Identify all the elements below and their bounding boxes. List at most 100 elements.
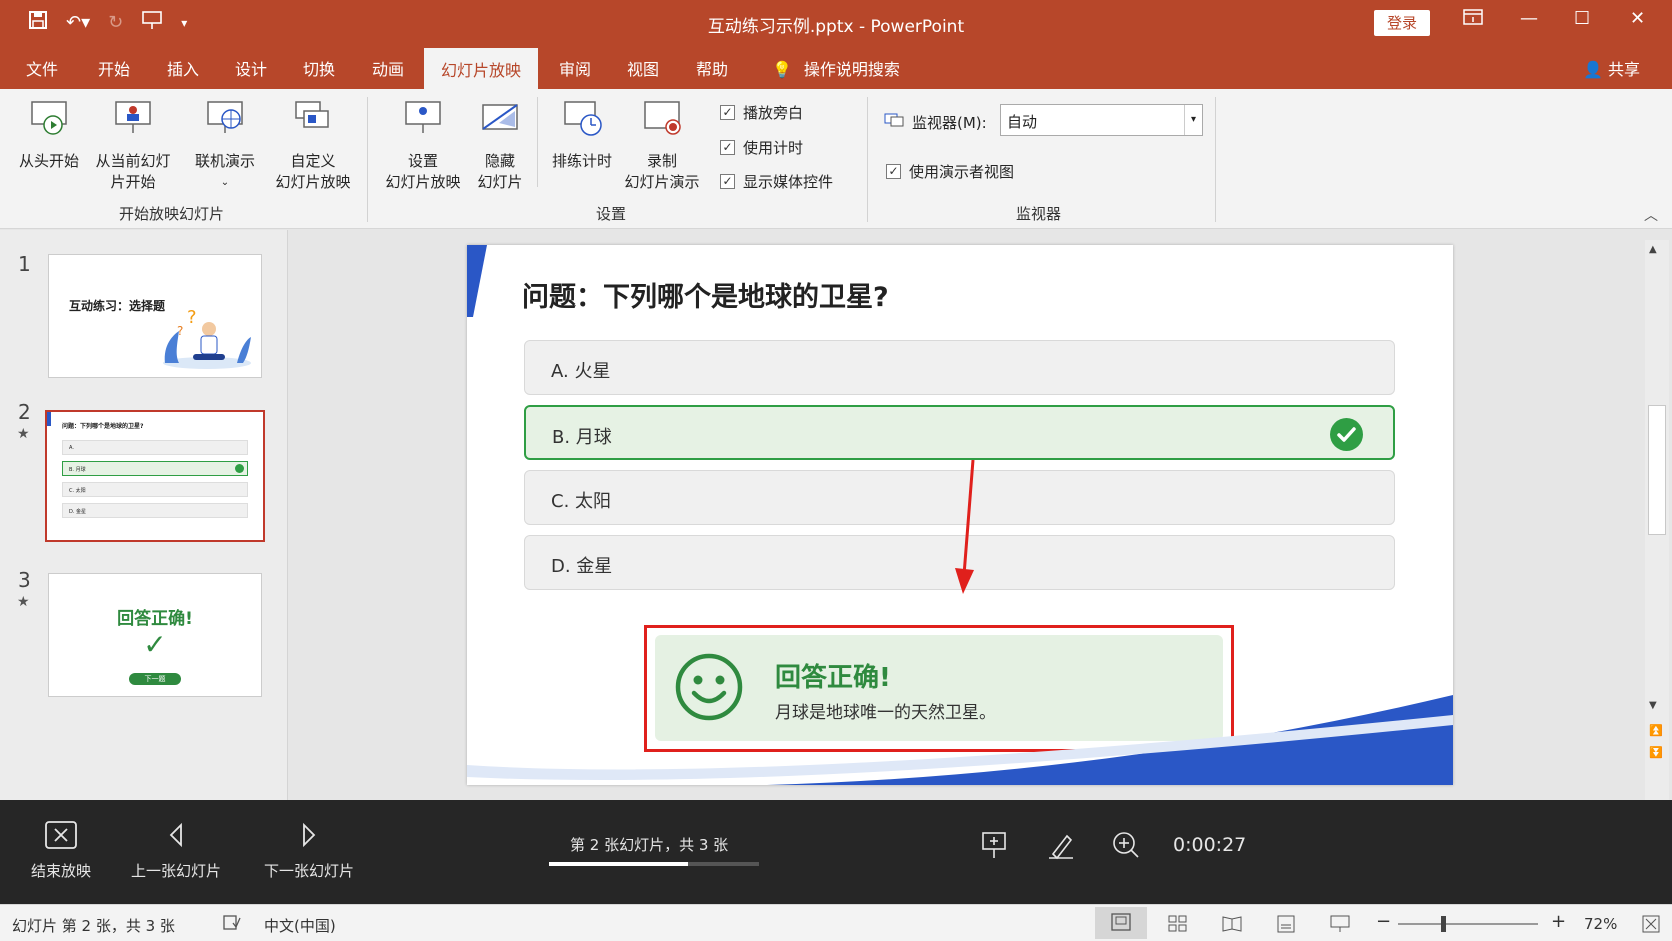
maximize-icon[interactable]: ☐	[1574, 8, 1590, 29]
animation-star-icon: ★	[17, 426, 30, 442]
slide-thumbnail-2[interactable]: 问题：下列哪个是地球的卫星? A. B. 月球 C. 太阳 D. 金星	[45, 410, 265, 542]
slide-sorter-icon[interactable]	[1168, 915, 1188, 937]
answer-option-a[interactable]: A. 火星	[524, 340, 1395, 395]
pen-icon[interactable]	[1047, 830, 1075, 864]
tab-review[interactable]: 审阅	[559, 56, 591, 80]
tab-slide-show[interactable]: 幻灯片放映	[424, 48, 539, 89]
correct-check-icon	[1330, 418, 1363, 451]
hide-label-1: 隐藏	[484, 152, 515, 170]
slide-accent-shape	[467, 245, 487, 317]
tab-view[interactable]: 视图	[627, 56, 659, 80]
tab-insert[interactable]: 插入	[167, 56, 199, 80]
monitor-label: 监视器(M):	[912, 113, 987, 132]
tab-home[interactable]: 开始	[98, 56, 130, 80]
fit-to-window-icon[interactable]	[1642, 915, 1660, 937]
login-button[interactable]: 登录	[1374, 10, 1430, 36]
current-slide[interactable]: 问题：下列哪个是地球的卫星? A. 火星 B. 月球 C. 太阳 D. 金星 回…	[467, 245, 1453, 785]
monitor-group-label: 监视器	[1016, 205, 1062, 223]
collapse-ribbon-icon[interactable]: ︿	[1644, 205, 1658, 225]
close-icon[interactable]: ✕	[1630, 8, 1645, 29]
answer-option-b[interactable]: B. 月球	[524, 405, 1395, 460]
ribbon-display-options-icon[interactable]	[1463, 8, 1483, 31]
slide-bottom-wave	[467, 695, 1453, 785]
tab-design[interactable]: 设计	[235, 56, 267, 80]
monitor-select[interactable]: 自动 ▾	[1000, 104, 1203, 136]
slide-thumbnail-3[interactable]: 回答正确! ✓ 下一题	[48, 573, 262, 697]
check-icon: ✓	[720, 140, 735, 155]
play-narrations-checkbox[interactable]: ✓ 播放旁白	[720, 102, 803, 123]
svg-text:?: ?	[187, 307, 197, 328]
start-group-label: 开始放映幻灯片	[119, 205, 225, 223]
minimize-icon[interactable]: —	[1520, 8, 1538, 29]
normal-view-button[interactable]	[1095, 907, 1147, 939]
check-icon: ✓	[720, 174, 735, 189]
share-button[interactable]: 👤 共享	[1583, 56, 1640, 80]
reading-view-icon[interactable]	[1222, 915, 1242, 937]
slide-progress-bar	[549, 862, 759, 866]
tab-animations[interactable]: 动画	[372, 56, 404, 80]
notes-view-icon[interactable]	[1276, 915, 1296, 937]
lightbulb-icon: 💡	[772, 60, 792, 79]
setup-slide-show-button[interactable]: 设置 幻灯片放映	[380, 99, 466, 193]
close-icon	[28, 820, 94, 854]
online-present-button[interactable]: 联机演示 ⌄	[188, 99, 262, 193]
scroll-up-icon[interactable]: ▲	[1649, 244, 1657, 255]
group-divider	[1215, 97, 1216, 222]
presentation-tools-icon[interactable]	[981, 830, 1007, 864]
share-label: 共享	[1607, 60, 1640, 79]
play-narrations-label: 播放旁白	[743, 104, 804, 122]
thumb-option: A.	[62, 440, 248, 455]
next-slide-icon[interactable]: ⏬	[1649, 746, 1663, 759]
chevron-down-icon: ▾	[1184, 105, 1202, 135]
previous-slide-label: 上一张幻灯片	[130, 862, 221, 880]
status-language[interactable]: 中文(中国)	[264, 915, 336, 936]
tab-file[interactable]: 文件	[26, 56, 58, 80]
slide-show-view-icon[interactable]	[1330, 915, 1350, 937]
previous-slide-icon[interactable]: ⏫	[1649, 724, 1663, 737]
custom-slide-show-button[interactable]: 自定义 幻灯片放映	[266, 99, 360, 193]
zoom-level[interactable]: 72%	[1584, 915, 1617, 933]
record-slide-show-button[interactable]: 录制 幻灯片演示	[614, 99, 710, 193]
status-bar: 幻灯片 第 2 张，共 3 张 中文(中国) − + 72%	[0, 904, 1672, 941]
zoom-slider-thumb[interactable]	[1441, 916, 1446, 932]
online-present-icon	[204, 99, 246, 143]
thumb-title: 回答正确!	[117, 609, 193, 629]
check-icon: ✓	[720, 105, 735, 120]
slide-progress-fill	[549, 862, 688, 866]
tell-me-label: 操作说明搜索	[803, 60, 900, 79]
scroll-thumb[interactable]	[1648, 405, 1666, 535]
custom-slide-show-label-2: 幻灯片放映	[275, 173, 351, 191]
presenter-view-checkbox[interactable]: ✓ 使用演示者视图	[886, 161, 1014, 182]
end-show-button[interactable]: 结束放映	[28, 820, 94, 881]
thumb-option: C. 太阳	[62, 482, 248, 497]
use-timings-checkbox[interactable]: ✓ 使用计时	[720, 137, 803, 158]
from-current-button[interactable]: 从当前幻灯 片开始	[90, 99, 176, 193]
tab-transitions[interactable]: 切换	[303, 56, 335, 80]
tab-help[interactable]: 帮助	[696, 56, 728, 80]
slide-thumbnail-1[interactable]: 互动练习：选择题 ? ?	[48, 254, 262, 378]
rehearse-timings-button[interactable]: 排练计时	[546, 99, 618, 172]
group-divider	[537, 97, 538, 187]
vertical-scrollbar[interactable]: ▲ ▼ ⏫ ⏬	[1645, 240, 1669, 800]
from-current-icon	[112, 99, 154, 143]
presenter-toolbar: 结束放映 上一张幻灯片 下一张幻灯片 第 2 张幻灯片，共 3 张 0:00:2…	[0, 800, 1672, 904]
scroll-down-icon[interactable]: ▼	[1649, 700, 1657, 711]
thumb-number: 2	[18, 400, 31, 424]
zoom-slider[interactable]	[1398, 923, 1538, 925]
next-slide-label: 下一张幻灯片	[263, 862, 354, 880]
spell-check-icon[interactable]	[223, 915, 241, 935]
rehearse-timings-icon	[561, 99, 603, 143]
zoom-in-small-icon[interactable]: +	[1551, 911, 1566, 932]
rehearse-timings-label: 排练计时	[551, 152, 612, 170]
feedback-title: 回答正确!	[775, 663, 891, 693]
next-slide-button[interactable]: 下一张幻灯片	[259, 820, 359, 881]
zoom-out-icon[interactable]: −	[1376, 911, 1391, 932]
ribbon: 从头开始 从当前幻灯 片开始 联机演示 ⌄ 自定义 幻灯片放映 开始放映幻灯片 …	[0, 89, 1672, 229]
tell-me-search[interactable]: 💡 操作说明搜索	[772, 56, 900, 80]
show-media-controls-checkbox[interactable]: ✓ 显示媒体控件	[720, 171, 833, 192]
zoom-in-icon[interactable]	[1112, 830, 1140, 864]
hide-slide-button[interactable]: 隐藏 幻灯片	[471, 99, 529, 193]
checkmark-icon: ✓	[143, 628, 167, 661]
previous-slide-button[interactable]: 上一张幻灯片	[126, 820, 226, 881]
from-beginning-button[interactable]: 从头开始	[14, 99, 84, 172]
